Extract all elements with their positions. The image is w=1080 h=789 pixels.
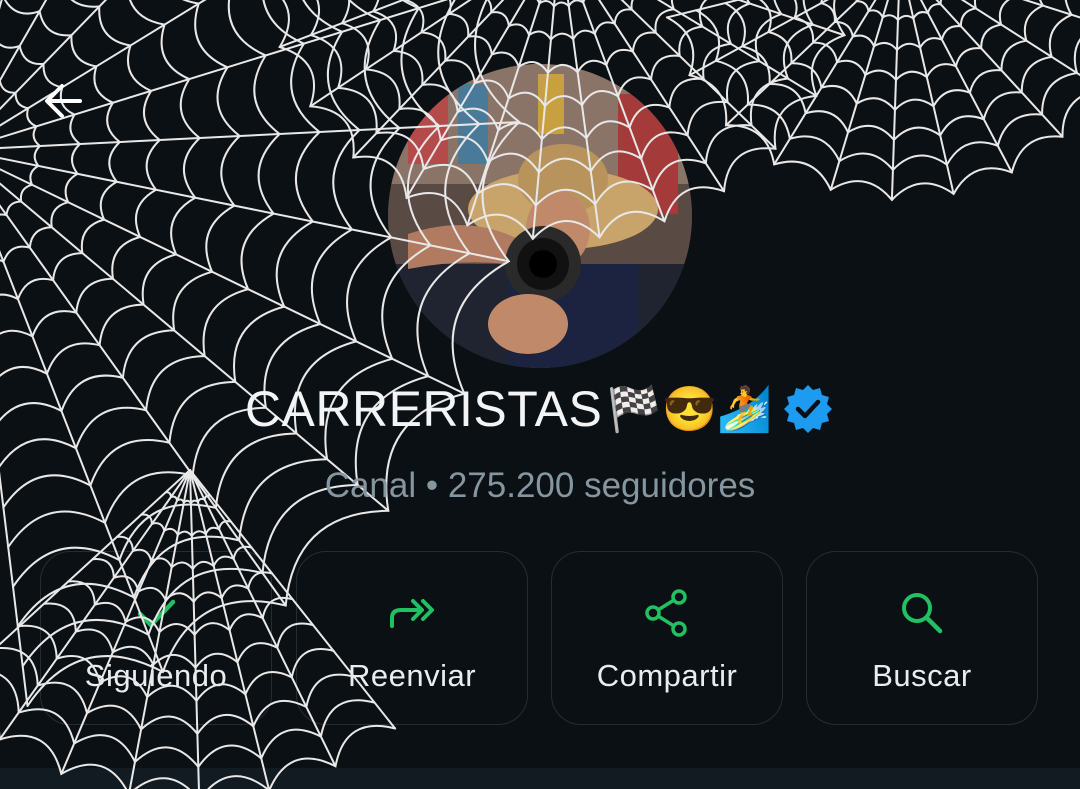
back-button[interactable] <box>36 74 90 128</box>
verified-badge-icon <box>784 385 833 433</box>
channel-avatar[interactable] <box>388 64 692 368</box>
section-divider <box>0 768 1080 789</box>
avatar-photo <box>388 64 692 368</box>
following-label: Siguiendo <box>84 658 228 693</box>
channel-name: CARRERISTAS <box>244 381 603 437</box>
search-button[interactable]: Buscar <box>806 551 1038 725</box>
share-button[interactable]: Compartir <box>551 551 783 725</box>
arrow-left-icon <box>45 84 82 118</box>
channel-subtitle: Canal • 275.200 seguidores <box>324 466 756 505</box>
action-buttons: Siguiendo Reenviar Compartir Buscar <box>40 551 1040 727</box>
check-icon <box>137 599 176 628</box>
search-label: Buscar <box>872 658 972 693</box>
search-icon <box>902 593 943 634</box>
channel-emojis: 🏁😎🏄 <box>606 385 773 434</box>
share-label: Compartir <box>596 658 738 693</box>
channel-title-row: CARRERISTAS 🏁😎🏄 <box>0 380 1080 438</box>
forward-label: Reenviar <box>347 658 477 693</box>
forward-icon <box>390 599 434 628</box>
forward-button[interactable]: Reenviar <box>296 551 528 725</box>
following-button[interactable]: Siguiendo <box>40 551 272 725</box>
share-icon <box>645 589 687 637</box>
